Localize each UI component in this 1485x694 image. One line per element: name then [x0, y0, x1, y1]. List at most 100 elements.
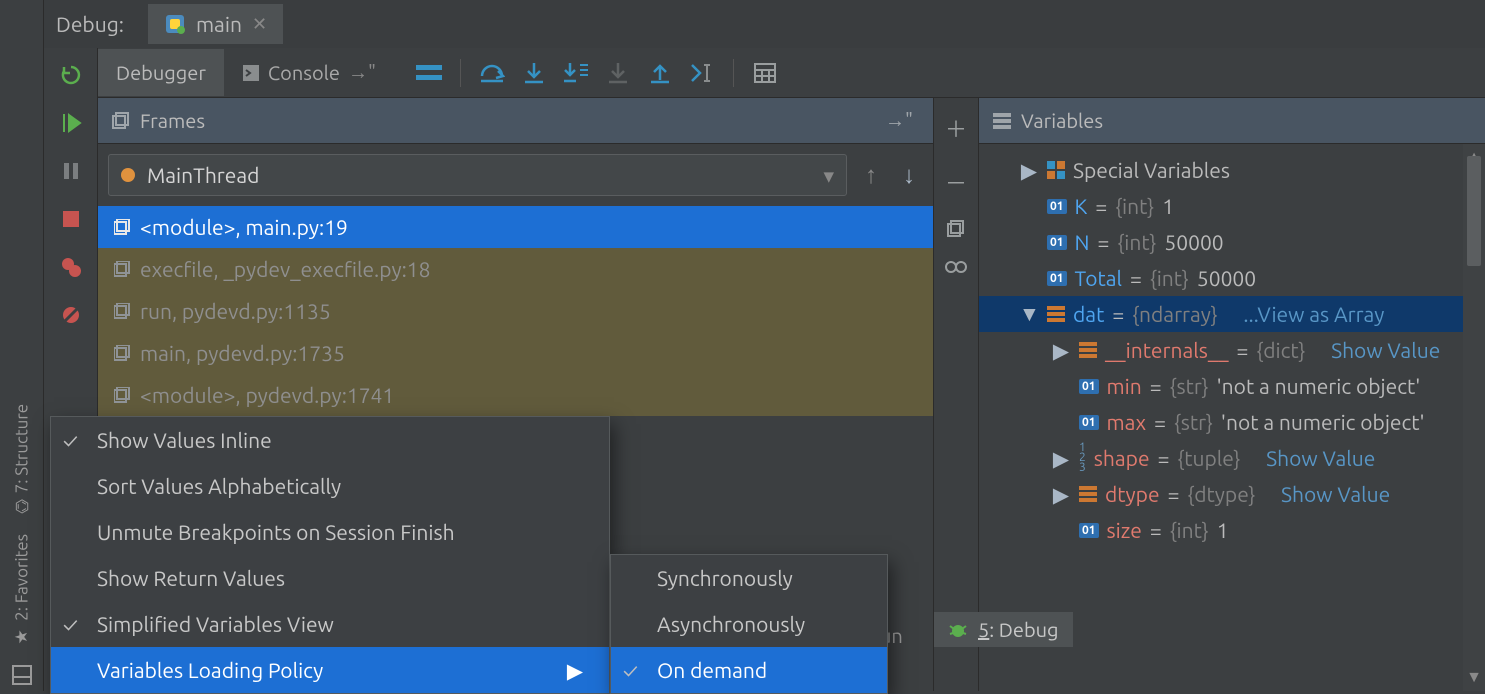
tab-console-label: Console	[268, 61, 340, 84]
context-menu-item[interactable]: Sort Values Alphabetically	[51, 463, 609, 509]
int-badge-icon: 01	[1079, 523, 1099, 538]
variable-action-link[interactable]: Show Value	[1331, 338, 1440, 362]
variable-value: 'not a numeric object'	[1217, 374, 1421, 398]
variable-row[interactable]: 01 min = {str} 'not a numeric object'	[979, 368, 1485, 404]
variables-panel-header: Variables	[979, 98, 1485, 144]
variable-row[interactable]: ▼ dat = {ndarray} ...View as Array	[979, 296, 1485, 332]
frame-label: main, pydevd.py:1735	[140, 341, 345, 365]
scroll-down-icon[interactable]: ▼	[1463, 668, 1485, 687]
debugger-toolbar: Debugger Console →"	[98, 48, 1485, 98]
remove-watch-icon[interactable]: －	[945, 166, 967, 198]
frame-label: run, pydevd.py:1135	[140, 299, 331, 323]
sidebar-tab-label: 2: Favorites	[12, 534, 31, 621]
show-watches-icon[interactable]	[944, 260, 968, 274]
sidebar-tab-favorites[interactable]: ★ 2: Favorites	[12, 534, 32, 647]
expand-icon[interactable]: ▶	[1051, 446, 1071, 471]
thread-selector[interactable]: MainThread ▾	[108, 154, 847, 196]
context-menu-item[interactable]: Variables Loading Policy▶	[51, 647, 609, 693]
layout-icon[interactable]	[12, 665, 32, 685]
variable-row[interactable]: ▶123 shape = {tuple} Show Value	[979, 440, 1485, 476]
frame-item[interactable]: execfile, _pydev_execfile.py:18	[98, 248, 933, 290]
breakpoints-icon[interactable]	[58, 254, 84, 280]
context-menu-label: Show Return Values	[97, 566, 285, 590]
context-submenu-item[interactable]: ✓On demand	[611, 647, 887, 693]
evaluate-expression-icon[interactable]	[748, 56, 782, 90]
variable-action-link[interactable]: Show Value	[1266, 446, 1375, 470]
force-step-into-icon[interactable]	[601, 56, 635, 90]
duplicate-watch-icon[interactable]	[947, 220, 965, 238]
step-over-icon[interactable]	[475, 56, 509, 90]
variable-row[interactable]: 01 N = {int} 50000	[979, 224, 1485, 260]
context-menu-item[interactable]: ✓Show Values Inline	[51, 417, 609, 463]
expand-icon[interactable]: ▶	[1051, 482, 1071, 507]
loading-policy-submenu[interactable]: Synchronously Asynchronously✓On demand	[610, 554, 888, 694]
variables-scrollbar[interactable]: ▲ ▼	[1463, 144, 1485, 691]
variable-row[interactable]: ▶ __internals__ = {dict} Show Value	[979, 332, 1485, 368]
variable-name: dtype	[1105, 482, 1160, 506]
stop-icon[interactable]	[58, 206, 84, 232]
context-menu-item[interactable]: Show Return Values	[51, 555, 609, 601]
variables-context-menu[interactable]: ✓Show Values InlineSort Values Alphabeti…	[50, 416, 610, 694]
variable-action-link[interactable]: Show Value	[1281, 482, 1390, 506]
frames-panel-title: Frames	[140, 109, 205, 132]
frame-item[interactable]: <module>, pydevd.py:1741	[98, 374, 933, 416]
rerun-icon[interactable]	[58, 62, 84, 88]
expand-icon[interactable]: ▶	[1019, 158, 1039, 183]
run-to-cursor-icon[interactable]	[685, 56, 719, 90]
special-vars-icon	[1047, 161, 1065, 179]
variable-value: 50000	[1164, 230, 1223, 254]
step-out-icon[interactable]	[643, 56, 677, 90]
step-into-mycode-icon[interactable]	[559, 56, 593, 90]
variable-row[interactable]: ▶ Special Variables	[979, 152, 1485, 188]
variable-row[interactable]: 01 max = {str} 'not a numeric object'	[979, 404, 1485, 440]
context-submenu-item[interactable]: Asynchronously	[611, 601, 887, 647]
variable-name: K	[1075, 194, 1088, 218]
scroll-thumb[interactable]	[1467, 156, 1481, 266]
prev-frame-icon[interactable]: ↑	[857, 161, 885, 190]
next-frame-icon[interactable]: ↓	[895, 161, 923, 190]
frame-item[interactable]: main, pydevd.py:1735	[98, 332, 933, 374]
context-menu-label: Synchronously	[657, 566, 793, 590]
context-menu-item[interactable]: Unmute Breakpoints on Session Finish	[51, 509, 609, 555]
variable-value: 50000	[1197, 266, 1256, 290]
variable-value: 1	[1162, 194, 1174, 218]
variables-panel-title: Variables	[1021, 109, 1103, 132]
debug-toolwindow-button[interactable]: 5: Debug	[934, 612, 1073, 647]
check-icon: ✓	[623, 658, 638, 682]
expand-icon[interactable]: ▶	[1051, 338, 1071, 363]
tab-console[interactable]: Console →"	[224, 48, 394, 97]
variable-action-link[interactable]: ...View as Array	[1243, 302, 1384, 326]
variable-row[interactable]: ▶ dtype = {dtype} Show Value	[979, 476, 1485, 512]
variable-type: {int}	[1115, 194, 1154, 218]
frame-icon	[114, 261, 130, 277]
context-submenu-item[interactable]: Synchronously	[611, 555, 887, 601]
close-icon[interactable]: ✕	[252, 14, 267, 35]
variable-type: {dict}	[1256, 338, 1305, 362]
context-menu-label: Variables Loading Policy	[97, 658, 323, 682]
variables-actions-strip: ＋ －	[933, 98, 979, 691]
variable-row[interactable]: 01 Total = {int} 50000	[979, 260, 1485, 296]
variable-name: N	[1075, 230, 1090, 254]
variable-row[interactable]: 01 K = {int} 1	[979, 188, 1485, 224]
mute-breakpoints-icon[interactable]	[58, 302, 84, 328]
variable-name: Total	[1075, 266, 1122, 290]
frame-item[interactable]: <module>, main.py:19	[98, 206, 933, 248]
expand-icon[interactable]: ▼	[1019, 301, 1039, 327]
context-menu-item[interactable]: ✓Simplified Variables View	[51, 601, 609, 647]
variable-row[interactable]: 01 size = {int} 1	[979, 512, 1485, 548]
frame-item[interactable]: run, pydevd.py:1135	[98, 290, 933, 332]
step-into-icon[interactable]	[517, 56, 551, 90]
console-icon	[242, 64, 260, 82]
tab-debugger[interactable]: Debugger	[98, 49, 224, 96]
new-watch-icon[interactable]: ＋	[945, 112, 967, 144]
frame-label: execfile, _pydev_execfile.py:18	[140, 257, 430, 281]
structure-icon: ⌬	[14, 497, 29, 517]
pause-icon[interactable]	[58, 158, 84, 184]
restore-layout-icon[interactable]: →"	[885, 108, 913, 133]
debug-hotkey: 5	[978, 618, 989, 641]
frame-label: <module>, main.py:19	[140, 215, 348, 239]
threads-icon[interactable]	[412, 56, 446, 90]
sidebar-tab-structure[interactable]: ⌬ 7: Structure	[12, 404, 32, 514]
debug-run-tab[interactable]: main ✕	[148, 4, 283, 44]
resume-icon[interactable]	[58, 110, 84, 136]
